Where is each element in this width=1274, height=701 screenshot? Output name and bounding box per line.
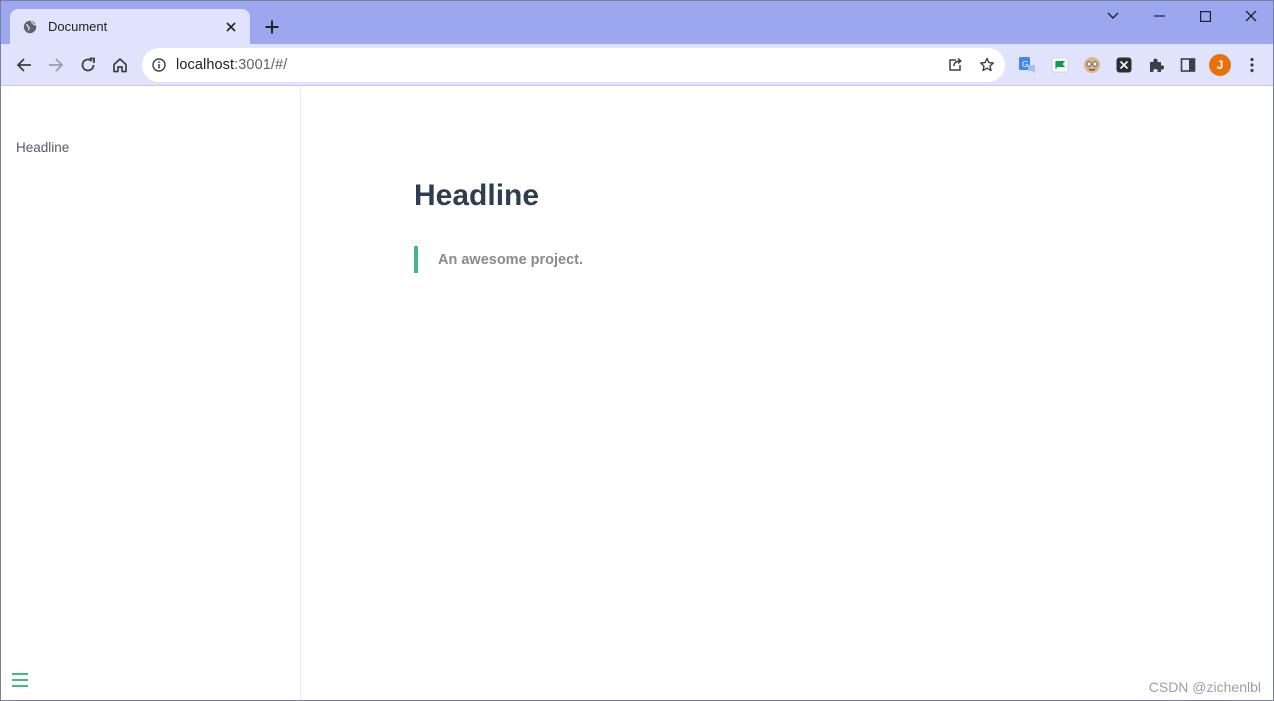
mascot-extension-icon[interactable] [1082, 55, 1102, 75]
tab-search-icon[interactable] [1090, 5, 1136, 27]
minimize-icon[interactable] [1136, 5, 1182, 27]
tab-document[interactable]: Document [10, 9, 250, 44]
translate-extension-icon[interactable]: G [1017, 55, 1037, 75]
url-host: localhost [176, 57, 235, 73]
side-panel-icon[interactable] [1178, 55, 1198, 75]
reload-icon[interactable] [75, 52, 101, 78]
green-flag-extension-icon[interactable] [1050, 55, 1070, 75]
browser-window: Document localhost:3001/#/ G J Headline … [0, 0, 1274, 701]
new-tab-button[interactable] [261, 16, 283, 38]
page-title: Headline [414, 179, 540, 212]
profile-avatar[interactable]: J [1209, 54, 1231, 76]
tab-strip: Document [1, 1, 1273, 44]
browser-toolbar: localhost:3001/#/ G J [1, 44, 1273, 86]
site-info-icon[interactable] [151, 57, 167, 73]
main-content: Headline An awesome project. [302, 87, 1273, 700]
blockquote-text: An awesome project. [438, 251, 584, 268]
address-bar[interactable]: localhost:3001/#/ [142, 48, 1005, 82]
more-menu-icon[interactable] [1242, 55, 1262, 75]
x-extension-icon[interactable] [1114, 55, 1134, 75]
menu-toggle-icon[interactable] [11, 672, 29, 688]
watermark: CSDN @zichenlbl [1148, 679, 1261, 695]
url-path: :3001/#/ [234, 57, 288, 73]
page-viewport: Headline Headline An awesome project. CS… [1, 87, 1273, 700]
docs-sidebar: Headline [1, 87, 301, 700]
share-icon[interactable] [946, 56, 964, 74]
home-icon[interactable] [107, 52, 133, 78]
blockquote: An awesome project. [414, 246, 583, 273]
globe-icon [22, 19, 38, 35]
bookmark-star-icon[interactable] [978, 56, 996, 74]
sidebar-item-headline[interactable]: Headline [16, 140, 69, 155]
tab-title: Document [48, 19, 108, 34]
svg-text:G: G [1022, 60, 1028, 69]
close-window-icon[interactable] [1228, 5, 1273, 27]
puzzle-extensions-icon[interactable] [1146, 55, 1166, 75]
maximize-icon[interactable] [1182, 5, 1228, 27]
back-arrow-icon[interactable] [11, 52, 37, 78]
url-text[interactable]: localhost:3001/#/ [176, 57, 287, 73]
close-tab-icon[interactable] [222, 18, 240, 36]
forward-arrow-icon[interactable] [43, 52, 69, 78]
